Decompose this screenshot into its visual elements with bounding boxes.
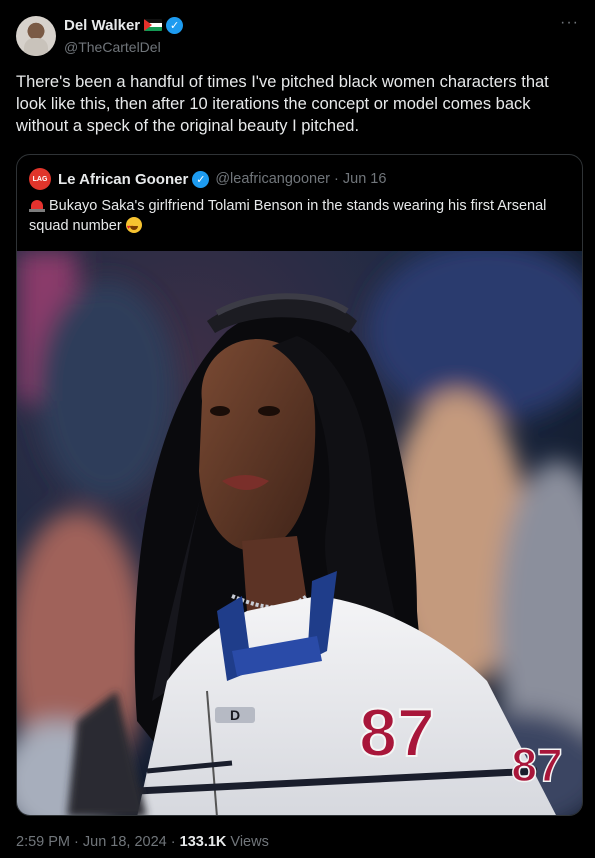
sleeve-number: 87: [511, 739, 562, 791]
author-info: Del Walker ✓ @TheCartelDel: [64, 16, 184, 55]
quote-header: LAG Le African Gooner ✓ @leafricangooner…: [29, 168, 386, 190]
jacket-brand-label: D: [230, 707, 240, 723]
tweet-timestamp: 2:59 PM · Jun 18, 2024 · 133.1K Views: [16, 834, 269, 850]
author-handle[interactable]: @TheCartelDel: [64, 39, 183, 55]
jacket-number: 87: [359, 695, 435, 771]
author-name[interactable]: Del Walker: [64, 17, 140, 34]
quoted-tweet[interactable]: LAG Le African Gooner ✓ @leafricangooner…: [16, 154, 583, 816]
quote-photo[interactable]: D 87 87: [17, 251, 582, 815]
quote-text-content: Bukayo Saka's girlfriend Tolami Benson i…: [29, 198, 547, 234]
author-name-line: Del Walker ✓: [64, 16, 184, 34]
views-count: 133.1K: [179, 834, 227, 850]
palestine-flag-icon: [144, 19, 163, 31]
views-label: Views: [226, 834, 269, 850]
tweet-header: Del Walker ✓ @TheCartelDel ···: [16, 14, 581, 58]
quote-text: Bukayo Saka's girlfriend Tolami Benson i…: [29, 196, 569, 238]
author-avatar[interactable]: [16, 16, 56, 56]
verified-badge-icon[interactable]: ✓: [166, 16, 184, 34]
heart-eyes-emoji-icon: [125, 217, 142, 238]
tweet-text: There's been a handful of times I've pit…: [16, 73, 549, 135]
quote-author-name[interactable]: Le African Gooner: [58, 171, 188, 188]
quote-verified-badge-icon: ✓: [192, 170, 210, 188]
quote-author-avatar[interactable]: LAG: [29, 168, 51, 190]
more-dots-icon[interactable]: ···: [560, 14, 579, 32]
quote-author-handle[interactable]: @leafricangooner · Jun 16: [215, 171, 386, 187]
siren-emoji-icon: [29, 198, 45, 212]
photo-illustration: D 87 87: [17, 251, 582, 815]
tweet-date-time[interactable]: 2:59 PM · Jun 18, 2024 ·: [16, 834, 180, 850]
